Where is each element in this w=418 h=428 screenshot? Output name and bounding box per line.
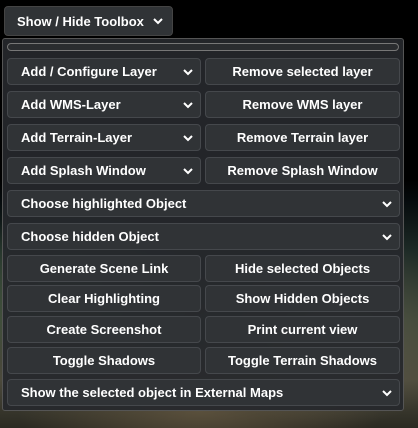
remove-splash-window-button[interactable]: Remove Splash Window xyxy=(205,157,400,184)
add-wms-layer-label: Add WMS-Layer xyxy=(21,97,121,112)
choose-highlighted-object-select[interactable]: Choose highlighted Object xyxy=(7,190,400,217)
chevron-down-icon xyxy=(182,165,194,177)
external-maps-label: Show the selected object in External Map… xyxy=(21,385,284,400)
chevron-down-icon xyxy=(182,99,194,111)
chevron-down-icon xyxy=(381,231,393,243)
choose-highlighted-object-label: Choose highlighted Object xyxy=(21,196,187,211)
print-current-view-button[interactable]: Print current view xyxy=(205,316,400,343)
remove-terrain-layer-button[interactable]: Remove Terrain layer xyxy=(205,124,400,151)
generate-scene-link-button[interactable]: Generate Scene Link xyxy=(7,255,201,282)
add-configure-layer-label: Add / Configure Layer xyxy=(21,64,157,79)
toolbox-panel: Add / Configure Layer Remove selected la… xyxy=(2,38,404,411)
hide-selected-objects-button[interactable]: Hide selected Objects xyxy=(205,255,400,282)
clear-highlighting-button[interactable]: Clear Highlighting xyxy=(7,285,201,312)
show-hidden-objects-button[interactable]: Show Hidden Objects xyxy=(205,285,400,312)
toolbox-scrollbar[interactable] xyxy=(7,43,399,51)
chevron-down-icon xyxy=(182,132,194,144)
chevron-down-icon xyxy=(182,66,194,78)
toggle-shadows-button[interactable]: Toggle Shadows xyxy=(7,347,201,374)
toggle-terrain-shadows-button[interactable]: Toggle Terrain Shadows xyxy=(205,347,400,374)
add-splash-window-select[interactable]: Add Splash Window xyxy=(7,157,201,184)
add-splash-window-label: Add Splash Window xyxy=(21,163,146,178)
chevron-down-icon xyxy=(381,387,393,399)
remove-wms-layer-button[interactable]: Remove WMS layer xyxy=(205,91,400,118)
toolbox-toggle-select[interactable]: Show / Hide Toolbox xyxy=(4,6,173,36)
choose-hidden-object-select[interactable]: Choose hidden Object xyxy=(7,223,400,250)
add-terrain-layer-label: Add Terrain-Layer xyxy=(21,130,133,145)
choose-hidden-object-label: Choose hidden Object xyxy=(21,229,159,244)
remove-selected-layer-button[interactable]: Remove selected layer xyxy=(205,58,400,85)
create-screenshot-button[interactable]: Create Screenshot xyxy=(7,316,201,343)
chevron-down-icon xyxy=(152,15,164,27)
external-maps-select[interactable]: Show the selected object in External Map… xyxy=(7,379,400,406)
chevron-down-icon xyxy=(381,198,393,210)
add-wms-layer-select[interactable]: Add WMS-Layer xyxy=(7,91,201,118)
toolbox-toggle-label: Show / Hide Toolbox xyxy=(17,13,144,29)
add-configure-layer-select[interactable]: Add / Configure Layer xyxy=(7,58,201,85)
add-terrain-layer-select[interactable]: Add Terrain-Layer xyxy=(7,124,201,151)
